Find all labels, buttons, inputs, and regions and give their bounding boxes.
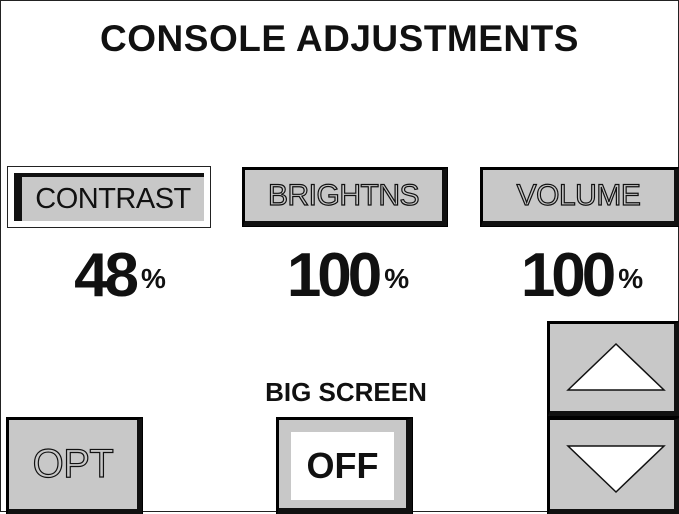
contrast-unit: % (141, 263, 166, 294)
decrease-button[interactable] (547, 417, 679, 514)
big-screen-caption: BIG SCREEN (265, 377, 427, 407)
brightness-label: BRIGHTNS (267, 178, 420, 212)
big-screen-state: OFF (306, 445, 379, 486)
big-screen-toggle-face: OFF (291, 432, 394, 500)
increase-button[interactable] (547, 321, 679, 417)
contrast-button[interactable]: CONTRAST (7, 166, 211, 228)
triangle-up-icon (566, 342, 666, 391)
contrast-label: CONTRAST (35, 182, 191, 215)
contrast-number: 48 (74, 241, 139, 310)
opt-label: OPT (32, 441, 114, 486)
volume-button[interactable]: VOLUME (480, 167, 679, 227)
contrast-value: 48% (0, 240, 240, 311)
volume-unit: % (618, 263, 644, 294)
page-title: CONSOLE ADJUSTMENTS (100, 18, 579, 59)
brightness-value: 100% (228, 240, 468, 311)
volume-label: VOLUME (516, 178, 641, 212)
triangle-down-icon (566, 445, 666, 494)
volume-value: 100% (462, 240, 679, 311)
volume-number: 100 (520, 241, 616, 310)
brightness-unit: % (384, 263, 410, 294)
big-screen-toggle[interactable]: OFF (276, 417, 413, 514)
brightness-button[interactable]: BRIGHTNS (242, 167, 448, 227)
contrast-button-face: CONTRAST (14, 173, 204, 221)
opt-button[interactable]: OPT (6, 417, 143, 514)
brightness-number: 100 (286, 241, 382, 310)
